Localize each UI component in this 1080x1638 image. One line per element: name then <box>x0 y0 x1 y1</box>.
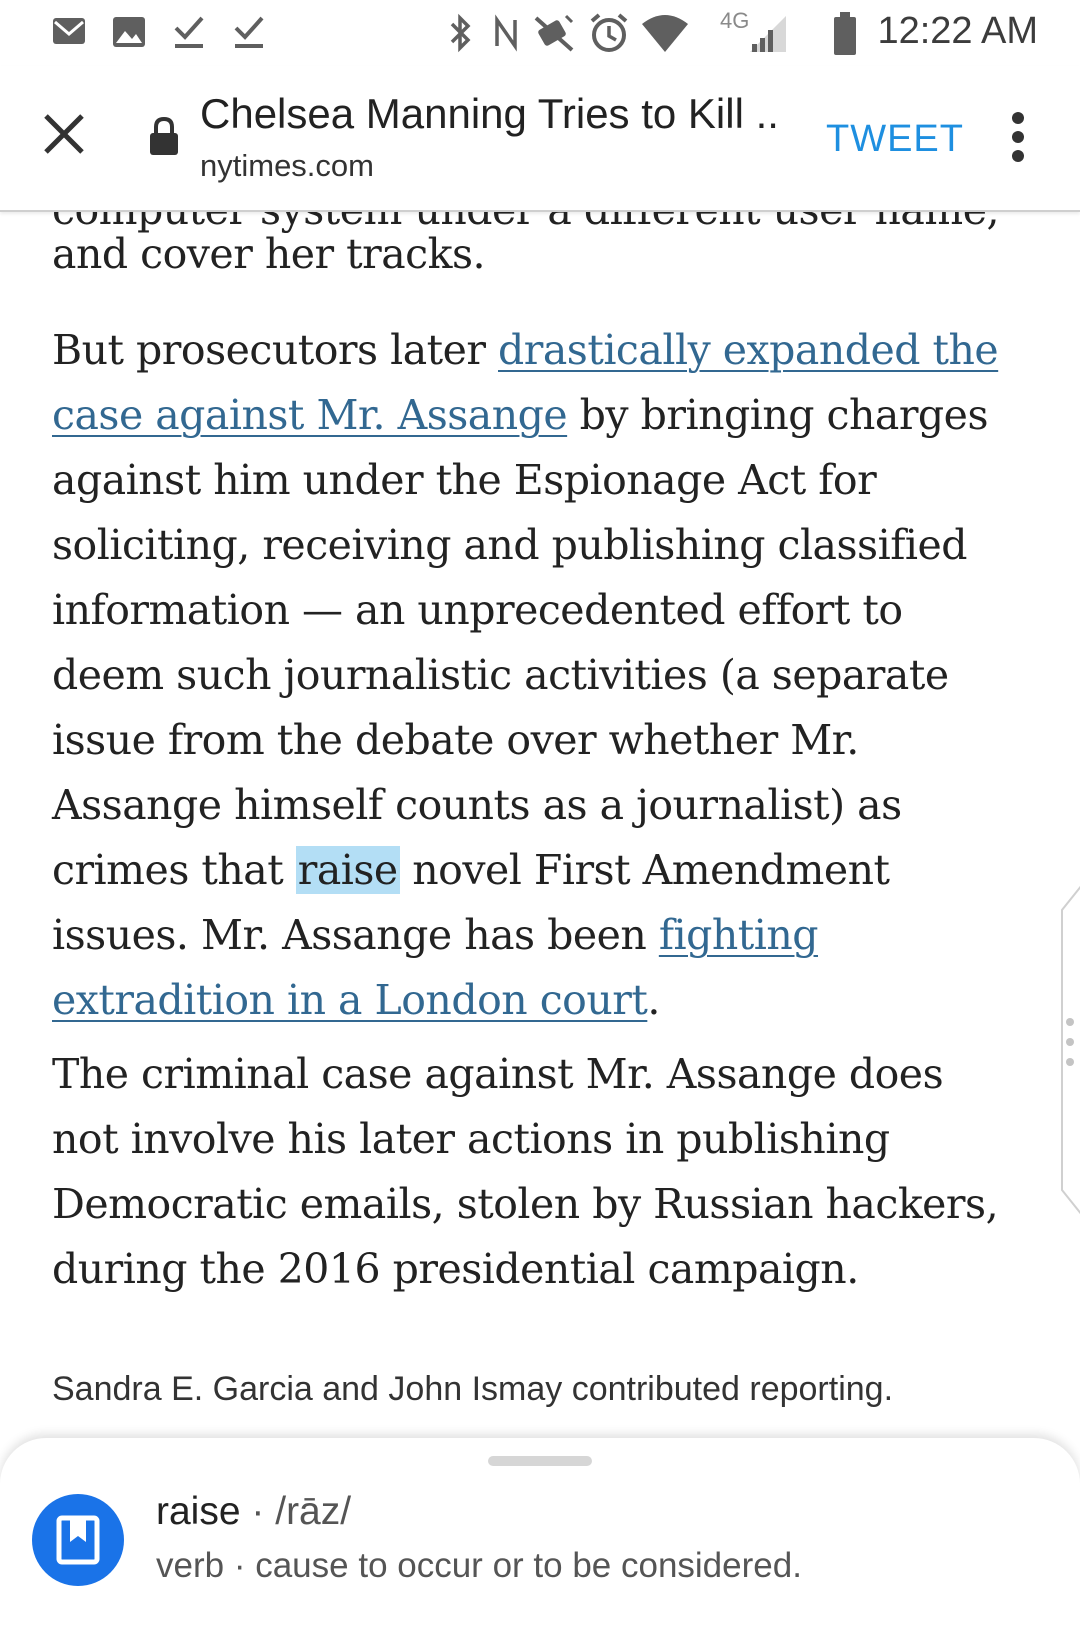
text-line: issues. Mr. Assange has been fighting <box>52 903 1052 968</box>
pronunciation: /rāz/ <box>275 1490 352 1533</box>
text-span: novel First Amendment <box>399 846 890 894</box>
custom-tab-toolbar: Chelsea Manning Tries to Kill ... nytime… <box>0 66 1080 212</box>
text-line: Assange himself counts as a journalist) … <box>52 781 902 829</box>
text-line: information — an unprecedented effort to <box>52 586 903 634</box>
separator: · <box>233 1546 246 1585</box>
page-title: Chelsea Manning Tries to Kill ... <box>200 90 780 137</box>
mail-notification-icon <box>53 18 85 44</box>
article-link-fighting-extradition[interactable]: fighting <box>659 911 819 959</box>
text-span: . <box>647 976 660 1024</box>
definition-line: verb · cause to occur or to be considere… <box>156 1546 802 1586</box>
definition-bottom-sheet[interactable]: raise · /rāz/ verb · cause to occur or t… <box>0 1438 1080 1638</box>
download-done-icon <box>234 16 264 48</box>
part-of-speech: verb <box>156 1546 225 1585</box>
selected-word[interactable]: raise <box>295 846 400 894</box>
signal-strength-icon <box>750 16 786 52</box>
article-body: computer system under a different user n… <box>0 210 1080 1440</box>
drag-handle[interactable] <box>488 1456 592 1466</box>
text-line: Democratic emails, stolen by Russian hac… <box>52 1180 999 1228</box>
overflow-menu-icon[interactable] <box>1002 110 1034 164</box>
text-line: The criminal case against Mr. Assange do… <box>52 1050 944 1098</box>
reporting-credit: Sandra E. Garcia and John Ismay contribu… <box>52 1370 894 1408</box>
edge-panel-handle[interactable] <box>1058 880 1080 1220</box>
page-url: nytimes.com <box>200 148 374 183</box>
text-span: by bringing charges <box>567 391 989 439</box>
definition-meaning: cause to occur or to be considered. <box>255 1546 802 1585</box>
tweet-button[interactable]: TWEET <box>826 118 964 161</box>
text-line: case against Mr. Assange by bringing cha… <box>52 383 1052 448</box>
article-link-expanded-case-cont[interactable]: case against Mr. Assange <box>52 391 568 439</box>
text-span: crimes that <box>52 846 296 894</box>
text-line: But prosecutors later drastically expand… <box>52 318 1052 383</box>
text-line: deem such journalistic activities (a sep… <box>52 651 949 699</box>
status-bar: 4G 12:22 AM <box>0 0 1080 66</box>
dictionary-icon[interactable] <box>32 1494 124 1586</box>
text-line: not involve his later actions in publish… <box>52 1115 890 1163</box>
text-line: extradition in a London court. <box>52 968 1052 1033</box>
book-icon <box>56 1515 100 1565</box>
definition-term: raise · /rāz/ <box>156 1490 351 1534</box>
text-span: But prosecutors later <box>52 326 499 374</box>
alarm-icon <box>590 13 628 52</box>
clock: 12:22 AM <box>877 10 1038 52</box>
text-line: soliciting, receiving and publishing cla… <box>52 521 968 569</box>
text-line: crimes that raise novel First Amendment <box>52 838 1052 903</box>
paragraph: But prosecutors later drastically expand… <box>52 318 1052 1033</box>
text-line: and cover her tracks. <box>52 230 486 278</box>
image-notification-icon <box>113 17 145 47</box>
separator: · <box>251 1490 265 1533</box>
network-type-label: 4G <box>720 8 750 33</box>
article-link-expanded-case[interactable]: drastically expanded the <box>498 326 999 374</box>
article-link-fighting-extradition-cont[interactable]: extradition in a London court <box>52 976 648 1024</box>
text-line: against him under the Espionage Act for <box>52 456 877 504</box>
paragraph: The criminal case against Mr. Assange do… <box>52 1042 1052 1302</box>
text-line: issue from the debate over whether Mr. <box>52 716 859 764</box>
term-word: raise <box>156 1490 241 1533</box>
wifi-icon <box>642 15 688 52</box>
text-line: during the 2016 presidential campaign. <box>52 1245 859 1293</box>
close-icon[interactable] <box>36 106 92 162</box>
mute-icon <box>534 14 574 52</box>
nfc-icon <box>495 14 517 52</box>
download-done-icon <box>174 16 204 48</box>
battery-icon <box>834 12 856 55</box>
lock-icon[interactable] <box>148 116 180 156</box>
bluetooth-icon <box>450 13 471 53</box>
paragraph: and cover her tracks. <box>52 222 1052 287</box>
text-span: issues. Mr. Assange has been <box>52 911 659 959</box>
